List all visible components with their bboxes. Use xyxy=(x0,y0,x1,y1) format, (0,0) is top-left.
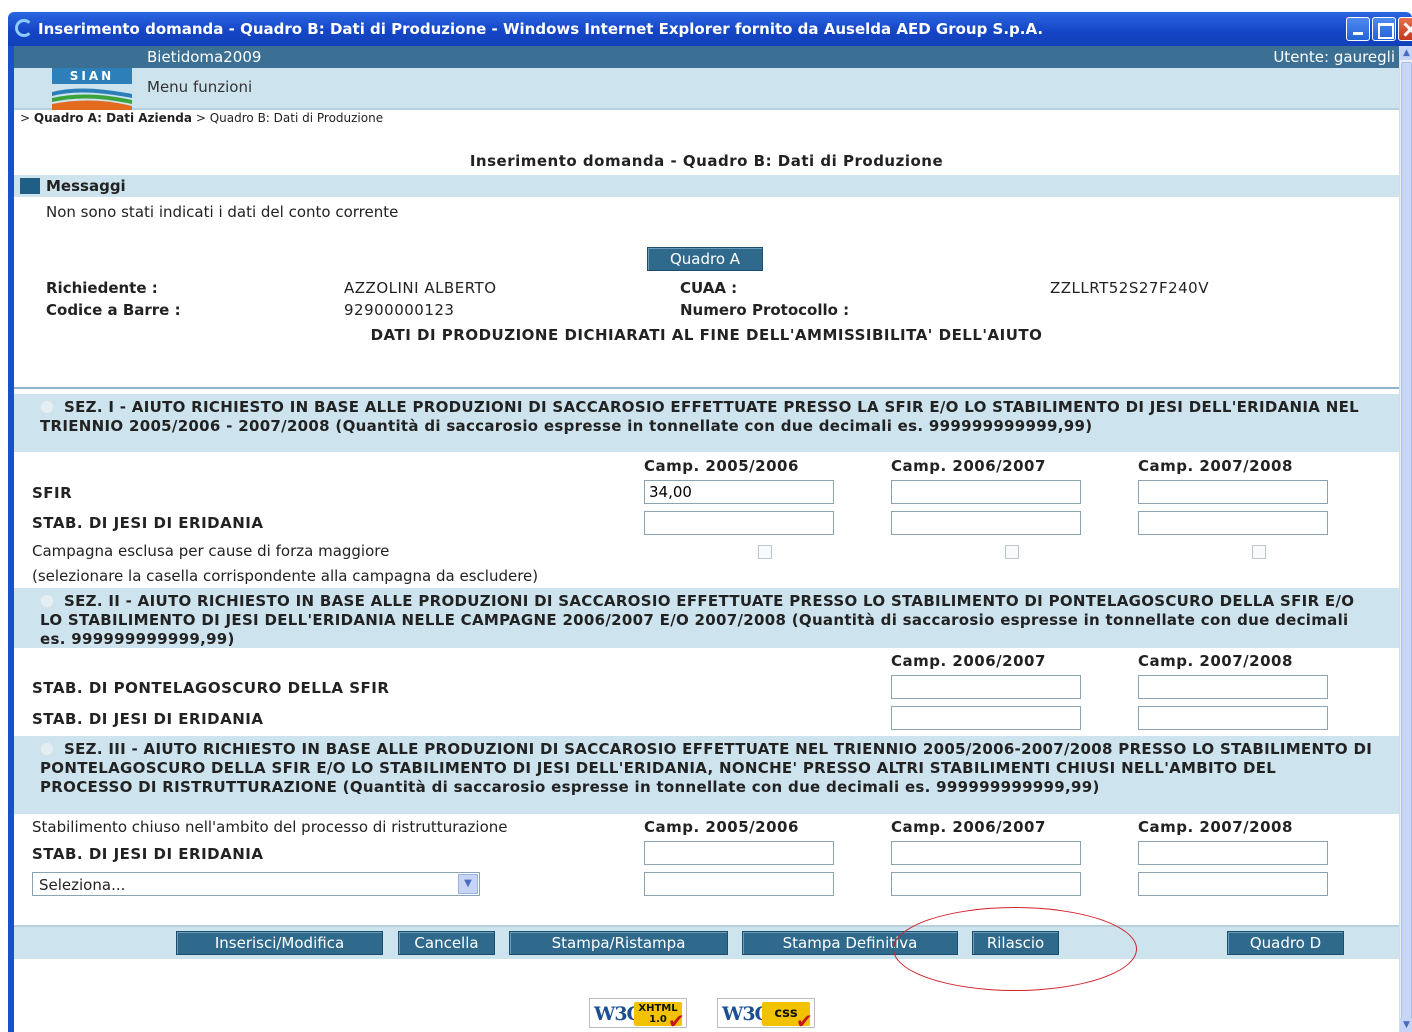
window-titlebar: Inserimento domanda - Quadro B: Dati di … xyxy=(8,12,1412,46)
sez3-jesi-2007-input[interactable] xyxy=(1138,841,1328,865)
breadcrumb: > Quadro A: Dati Azienda > Quadro B: Dat… xyxy=(20,111,384,125)
sez1-sfir-2007-input[interactable] xyxy=(1138,480,1328,504)
stampa-definitiva-button[interactable]: Stampa Definitiva xyxy=(742,931,958,955)
scroll-up-icon[interactable]: ▲ xyxy=(1400,46,1412,60)
scroll-down-icon[interactable]: ▼ xyxy=(1400,1018,1412,1032)
messages-label: Messaggi xyxy=(46,177,126,195)
sez2-header: SEZ. II - AIUTO RICHIESTO IN BASE ALLE P… xyxy=(14,588,1399,648)
cuaa-label: CUAA : xyxy=(680,279,738,297)
codice-barre-label: Codice a Barre : xyxy=(46,301,181,319)
sez3-col-2006: Camp. 2006/2007 xyxy=(891,818,1046,836)
codice-barre-value: 92900000123 xyxy=(344,301,455,319)
sez3-col-2005: Camp. 2005/2006 xyxy=(644,818,799,836)
sian-logo-waves-icon xyxy=(52,88,132,110)
sez2-jesi-label: STAB. DI JESI DI ERIDANIA xyxy=(32,710,264,728)
sez2-radio[interactable] xyxy=(40,594,54,608)
sez2-col-2007: Camp. 2007/2008 xyxy=(1138,652,1293,670)
sez1-excluded-note: (selezionare la casella corrispondente a… xyxy=(32,567,539,585)
app-name: Bietidoma2009 xyxy=(147,48,262,66)
inserisci-modifica-button[interactable]: Inserisci/Modifica xyxy=(176,931,383,955)
sez2-title: SEZ. II - AIUTO RICHIESTO IN BASE ALLE P… xyxy=(40,592,1355,648)
sez1-sfir-2006-input[interactable] xyxy=(891,480,1081,504)
divider xyxy=(14,387,1399,389)
sez3-radio[interactable] xyxy=(40,742,54,756)
close-window-button[interactable] xyxy=(1398,17,1412,41)
cuaa-value: ZZLLRT52S27F240V xyxy=(1050,279,1209,297)
sez1-col-2005: Camp. 2005/2006 xyxy=(644,457,799,475)
sez1-col-2007: Camp. 2007/2008 xyxy=(1138,457,1293,475)
sez1-sfir-2005-input[interactable] xyxy=(644,480,834,504)
ie-icon xyxy=(15,19,33,37)
sez3-jesi-2005-input[interactable] xyxy=(644,841,834,865)
menu-funzioni-link[interactable]: Menu funzioni xyxy=(147,78,252,96)
sez3-stabilimento-select[interactable]: Seleziona... ▼ xyxy=(32,872,480,896)
w3c-xhtml-badge[interactable]: W3C XHTML 1.0 ✔ xyxy=(589,998,687,1032)
sez3-title: SEZ. III - AIUTO RICHIESTO IN BASE ALLE … xyxy=(40,740,1373,796)
sez1-exclude-2006-checkbox[interactable] xyxy=(1005,545,1019,559)
sez1-exclude-2005-checkbox[interactable] xyxy=(758,545,772,559)
stampa-ristampa-button[interactable]: Stampa/Ristampa xyxy=(509,931,728,955)
sez2-jesi-2007-input[interactable] xyxy=(1138,706,1328,730)
sez1-jesi-label: STAB. DI JESI DI ERIDANIA xyxy=(32,514,264,532)
sez1-sfir-label: SFIR xyxy=(32,484,73,502)
sez3-jesi-2006-input[interactable] xyxy=(891,841,1081,865)
sez2-jesi-2006-input[interactable] xyxy=(891,706,1081,730)
cancella-button[interactable]: Cancella xyxy=(398,931,495,955)
minimize-button[interactable] xyxy=(1346,17,1370,41)
sez3-other-2007-input[interactable] xyxy=(1138,872,1328,896)
w3c-css-badge[interactable]: W3C css ✔ xyxy=(717,998,815,1032)
window-title: Inserimento domanda - Quadro B: Dati di … xyxy=(38,20,1044,38)
sez1-title: SEZ. I - AIUTO RICHIESTO IN BASE ALLE PR… xyxy=(40,398,1359,435)
sez2-col-2006: Camp. 2006/2007 xyxy=(891,652,1046,670)
messages-bar: Messaggi xyxy=(14,175,1399,197)
messages-square-icon xyxy=(20,178,40,194)
quadro-d-button[interactable]: Quadro D xyxy=(1227,931,1344,955)
sez1-jesi-2006-input[interactable] xyxy=(891,511,1081,535)
sez1-radio[interactable] xyxy=(40,400,54,414)
sez3-closed-label: Stabilimento chiuso nell'ambito del proc… xyxy=(32,818,508,836)
sez2-pontelagoscuro-2006-input[interactable] xyxy=(891,675,1081,699)
user-label: Utente: gauregli xyxy=(1273,48,1395,66)
sez3-jesi-label: STAB. DI JESI DI ERIDANIA xyxy=(32,845,264,863)
scroll-thumb[interactable] xyxy=(1401,62,1412,1028)
sez2-pontelagoscuro-2007-input[interactable] xyxy=(1138,675,1328,699)
app-header: Bietidoma2009 Utente: gauregli xyxy=(14,46,1399,68)
rilascio-button[interactable]: Rilascio xyxy=(972,931,1059,955)
message-text: Non sono stati indicati i dati del conto… xyxy=(46,203,399,221)
sez1-jesi-2005-input[interactable] xyxy=(644,511,834,535)
sez1-excluded-label: Campagna esclusa per cause di forza magg… xyxy=(32,542,390,560)
sez3-other-2005-input[interactable] xyxy=(644,872,834,896)
sez2-pontelagoscuro-label: STAB. DI PONTELAGOSCURO DELLA SFIR xyxy=(32,679,390,697)
chevron-down-icon[interactable]: ▼ xyxy=(458,874,478,894)
breadcrumb-quadro-a[interactable]: Quadro A: Dati Azienda xyxy=(34,111,192,125)
vertical-scrollbar[interactable]: ▲ ▼ xyxy=(1399,46,1412,1032)
sez1-exclude-2007-checkbox[interactable] xyxy=(1252,545,1266,559)
page-title: Inserimento domanda - Quadro B: Dati di … xyxy=(469,152,944,170)
checkmark-icon: ✔ xyxy=(796,1009,813,1032)
sez3-col-2007: Camp. 2007/2008 xyxy=(1138,818,1293,836)
sez1-col-2006: Camp. 2006/2007 xyxy=(891,457,1046,475)
sian-logo: SIAN xyxy=(52,68,132,110)
quadro-a-button[interactable]: Quadro A xyxy=(647,247,763,271)
maximize-button[interactable] xyxy=(1372,17,1396,41)
richiedente-value: AZZOLINI ALBERTO xyxy=(344,279,497,297)
sez1-jesi-2007-input[interactable] xyxy=(1138,511,1328,535)
checkmark-icon: ✔ xyxy=(668,1009,685,1032)
protocollo-label: Numero Protocollo : xyxy=(680,301,850,319)
app-subheader: SIAN Menu funzioni xyxy=(14,68,1399,110)
breadcrumb-quadro-b: Quadro B: Dati di Produzione xyxy=(209,111,384,125)
dati-produzione-title: DATI DI PRODUZIONE DICHIARATI AL FINE DE… xyxy=(370,326,1043,344)
sez3-other-2006-input[interactable] xyxy=(891,872,1081,896)
richiedente-label: Richiedente : xyxy=(46,279,158,297)
sez3-header: SEZ. III - AIUTO RICHIESTO IN BASE ALLE … xyxy=(14,736,1399,814)
sez1-header: SEZ. I - AIUTO RICHIESTO IN BASE ALLE PR… xyxy=(14,394,1399,452)
